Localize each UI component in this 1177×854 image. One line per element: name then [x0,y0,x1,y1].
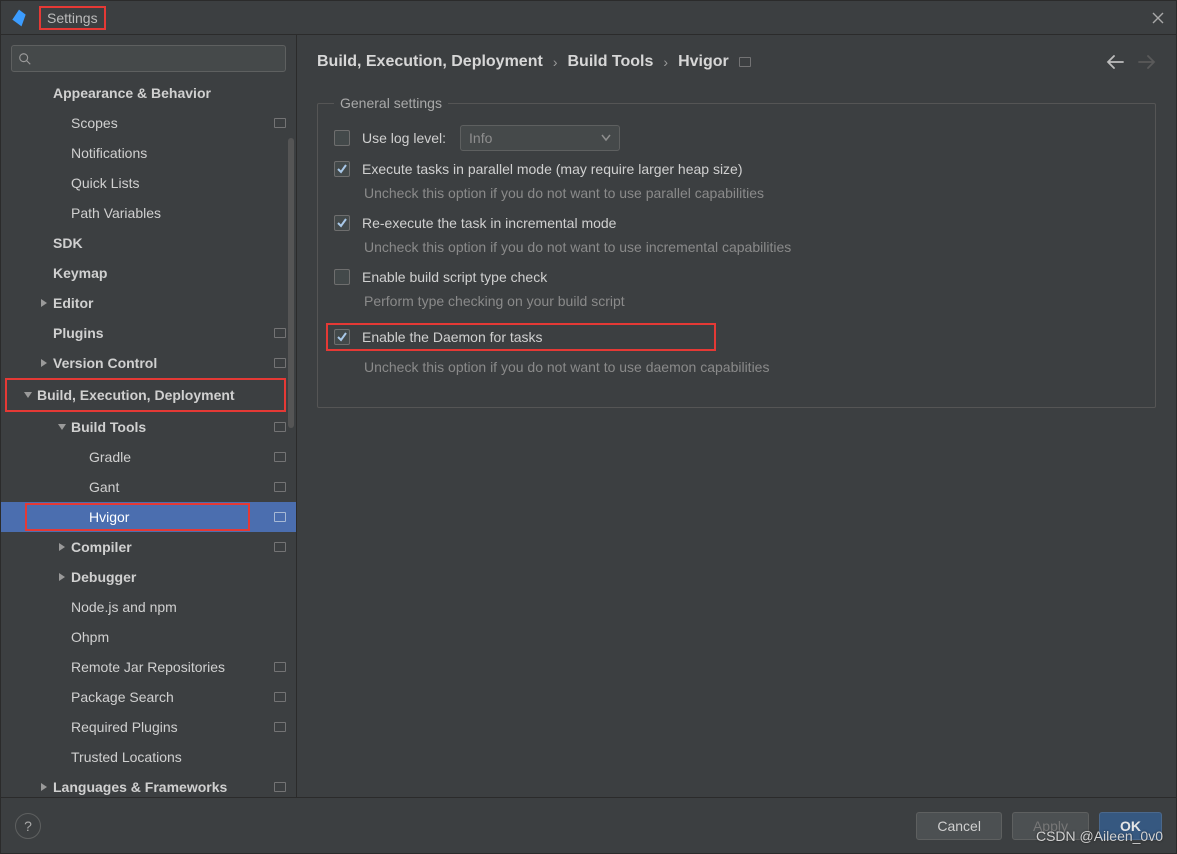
search-icon [18,52,32,66]
tree-editor[interactable]: Editor [1,288,296,318]
cancel-button[interactable]: Cancel [916,812,1002,840]
search-input[interactable] [11,45,286,72]
use-log-level-checkbox[interactable] [334,130,350,146]
help-button[interactable]: ? [15,813,41,839]
tree-keymap[interactable]: Keymap [1,258,296,288]
parallel-checkbox[interactable] [334,161,350,177]
project-icon [274,452,286,462]
project-icon [274,542,286,552]
parallel-desc: Uncheck this option if you do not want t… [364,185,1139,201]
tree-remotejar[interactable]: Remote Jar Repositories [1,652,296,682]
tree-ohpm[interactable]: Ohpm [1,622,296,652]
parallel-label: Execute tasks in parallel mode (may requ… [362,161,743,177]
project-icon [274,512,286,522]
close-button[interactable] [1148,8,1168,28]
project-icon [274,422,286,432]
crumb-b[interactable]: Build Tools [567,53,653,71]
window-title: Settings [39,6,106,30]
search-field[interactable] [36,51,279,66]
tree-compiler[interactable]: Compiler [1,532,296,562]
app-logo-icon [9,8,29,28]
ok-button[interactable]: OK [1099,812,1162,840]
incremental-desc: Uncheck this option if you do not want t… [364,239,1139,255]
incremental-label: Re-execute the task in incremental mode [362,215,616,231]
tree-appearance[interactable]: Appearance & Behavior [1,78,296,108]
project-icon [274,328,286,338]
chevron-right-icon [55,570,69,584]
project-icon [274,692,286,702]
tree-versioncontrol[interactable]: Version Control [1,348,296,378]
tree-scopes[interactable]: Scopes [1,108,296,138]
project-icon [274,782,286,792]
chevron-right-icon [37,356,51,370]
chevron-right-icon [55,540,69,554]
project-icon [274,482,286,492]
nav-back-button[interactable] [1106,55,1124,69]
typecheck-desc: Perform type checking on your build scri… [364,293,1139,309]
project-icon [739,57,751,67]
project-icon [274,722,286,732]
chevron-right-icon: › [663,54,668,70]
project-icon [274,118,286,128]
tree-debugger[interactable]: Debugger [1,562,296,592]
footer: ? Cancel Apply OK [1,797,1176,853]
crumb-a[interactable]: Build, Execution, Deployment [317,53,543,71]
chevron-down-icon [21,388,35,402]
tree-gradle[interactable]: Gradle [1,442,296,472]
breadcrumb: Build, Execution, Deployment › Build Too… [317,53,1156,71]
group-title: General settings [334,95,448,111]
daemon-label: Enable the Daemon for tasks [362,329,543,345]
log-level-select[interactable]: Info [460,125,620,151]
daemon-checkbox[interactable] [334,329,350,345]
tree-buildtools[interactable]: Build Tools [1,412,296,442]
tree-notifications[interactable]: Notifications [1,138,296,168]
tree-trusted[interactable]: Trusted Locations [1,742,296,772]
chevron-right-icon [37,780,51,794]
tree-sdk[interactable]: SDK [1,228,296,258]
tree-build-execution-deployment[interactable]: Build, Execution, Deployment [7,380,284,410]
chevron-right-icon [37,296,51,310]
tree-pkgsearch[interactable]: Package Search [1,682,296,712]
chevron-down-icon [55,420,69,434]
chevron-down-icon [601,134,611,142]
tree-quicklists[interactable]: Quick Lists [1,168,296,198]
scrollbar[interactable] [288,138,294,428]
general-settings-group: General settings Use log level: Info Exe… [317,95,1156,408]
crumb-c: Hvigor [678,53,751,71]
title-bar: Settings [1,1,1176,35]
use-log-level-label: Use log level: [362,130,446,146]
log-level-value: Info [469,130,492,146]
sidebar: Appearance & Behavior Scopes Notificatio… [1,35,297,797]
tree-nodejs[interactable]: Node.js and npm [1,592,296,622]
tree-hvigor[interactable]: Hvigor [1,502,296,532]
tree-plugins[interactable]: Plugins [1,318,296,348]
tree-gant[interactable]: Gant [1,472,296,502]
tree-reqplugins[interactable]: Required Plugins [1,712,296,742]
daemon-desc: Uncheck this option if you do not want t… [364,359,1139,375]
typecheck-checkbox[interactable] [334,269,350,285]
nav-forward-button [1138,55,1156,69]
tree-pathvars[interactable]: Path Variables [1,198,296,228]
apply-button[interactable]: Apply [1012,812,1089,840]
settings-tree: Appearance & Behavior Scopes Notificatio… [1,78,296,797]
highlight-bed: Build, Execution, Deployment [5,378,286,412]
chevron-right-icon: › [553,54,558,70]
tree-langfw[interactable]: Languages & Frameworks [1,772,296,797]
content-panel: Build, Execution, Deployment › Build Too… [297,35,1176,797]
typecheck-label: Enable build script type check [362,269,547,285]
project-icon [274,358,286,368]
project-icon [274,662,286,672]
incremental-checkbox[interactable] [334,215,350,231]
